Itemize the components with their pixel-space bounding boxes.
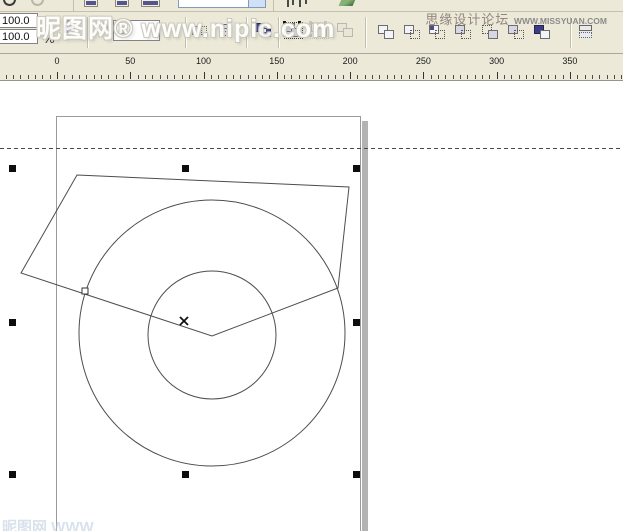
- selection-handle[interactable]: [353, 471, 360, 478]
- toolbar-separator: [365, 17, 366, 48]
- selection-handle[interactable]: [353, 165, 360, 172]
- redo-icon: [31, 0, 44, 6]
- ruler-label: 300: [489, 56, 504, 66]
- zoom-level-combobox[interactable]: ▼: [178, 0, 266, 8]
- clipped-text-mark: [292, 0, 294, 5]
- ruler-label: 100: [196, 56, 211, 66]
- clipped-text-mark: [299, 0, 301, 7]
- drawing-canvas[interactable]: [0, 81, 623, 531]
- clipped-text-mark: [287, 0, 289, 7]
- ruler-scale: 0 50 100 150 200 250 300 350: [0, 54, 623, 80]
- ruler-label: 200: [343, 56, 358, 66]
- selection-handle[interactable]: [9, 471, 16, 478]
- ruler-label: 0: [54, 56, 59, 66]
- nipic-bottom-watermark: 昵图网 WWW: [2, 516, 94, 531]
- missyuan-en-text: WWW.MISSYUAN.COM: [514, 16, 607, 26]
- selection-handle[interactable]: [9, 319, 16, 326]
- drawing-svg[interactable]: [0, 81, 623, 531]
- weld-button[interactable]: [377, 24, 397, 42]
- chevron-down-icon[interactable]: ▼: [248, 0, 265, 7]
- selection-handle[interactable]: [9, 165, 16, 172]
- application-launcher-icon[interactable]: [141, 0, 160, 7]
- coreldraw-window: ▼ %: [0, 0, 623, 531]
- missyuan-watermark: 思缘设计论坛 WWW.MISSYUAN.COM: [425, 9, 607, 28]
- export-icon[interactable]: [115, 0, 129, 7]
- ruler-label: 250: [416, 56, 431, 66]
- ruler-label: 150: [269, 56, 284, 66]
- import-icon[interactable]: [84, 0, 98, 7]
- missyuan-cn-text: 思缘设计论坛: [425, 12, 509, 27]
- ruler-label: 50: [125, 56, 135, 66]
- selection-handle[interactable]: [353, 319, 360, 326]
- nipic-watermark: 昵图网® www.nipic.com: [36, 9, 335, 45]
- trim-button[interactable]: [403, 24, 423, 42]
- selection-handle[interactable]: [182, 165, 189, 172]
- snap-settings-icon[interactable]: [339, 0, 358, 6]
- scale-horizontal-field[interactable]: [0, 13, 38, 28]
- ruler-label: 350: [562, 56, 577, 66]
- ungroup-all-button: [336, 22, 356, 40]
- selection-handle[interactable]: [182, 471, 189, 478]
- horizontal-ruler[interactable]: 0 50 100 150 200 250 300 350: [0, 54, 623, 81]
- undo-icon[interactable]: [3, 0, 16, 6]
- clipped-text-mark: [305, 0, 307, 4]
- scale-vertical-field[interactable]: [0, 29, 38, 44]
